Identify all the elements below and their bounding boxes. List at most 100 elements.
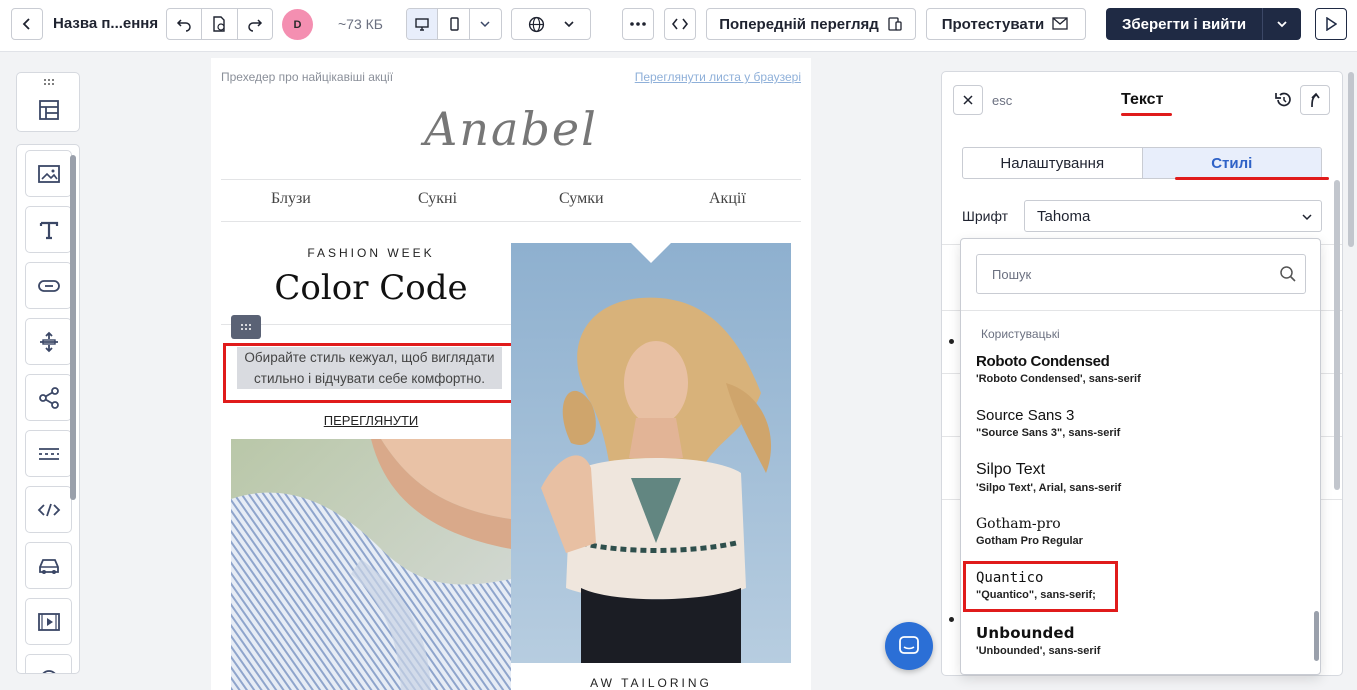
row-bullet bbox=[949, 339, 954, 344]
brand-logo[interactable]: Anabel bbox=[211, 102, 811, 156]
font-dropdown: Пошук Користувацькі Roboto Condensed 'Ro… bbox=[960, 238, 1321, 675]
font-option-name: Unbounded bbox=[976, 624, 1075, 642]
test-button[interactable]: Протестувати bbox=[926, 8, 1086, 40]
preview-button[interactable]: Попередній перегляд bbox=[706, 8, 916, 40]
eyebrow-text[interactable]: FASHION WEEK bbox=[221, 246, 521, 260]
chat-icon bbox=[899, 636, 919, 654]
divider-block-tool[interactable] bbox=[25, 430, 72, 477]
panel-tabs: Налаштування Стилі bbox=[962, 147, 1322, 179]
social-block-tool[interactable] bbox=[25, 374, 72, 421]
car-icon bbox=[38, 558, 59, 574]
video-icon bbox=[37, 612, 60, 631]
headline-text[interactable]: Color Code bbox=[221, 268, 521, 308]
save-and-exit-button[interactable]: Зберегти і вийти bbox=[1106, 8, 1264, 40]
top-toolbar: Назва п...ення D ~73 КБ Попередній перег… bbox=[0, 0, 1357, 52]
history-group bbox=[166, 8, 273, 40]
font-option-source-sans-3[interactable]: Source Sans 3 "Source Sans 3", sans-seri… bbox=[976, 407, 1120, 439]
page-scrollbar[interactable] bbox=[1348, 72, 1354, 247]
mobile-icon bbox=[449, 17, 459, 31]
dropdown-divider bbox=[961, 310, 1320, 311]
second-eyebrow-text[interactable]: AW TAILORING bbox=[511, 676, 791, 690]
undo-button[interactable] bbox=[167, 9, 203, 39]
mobile-view-button[interactable] bbox=[438, 9, 470, 39]
font-option-unbounded[interactable]: Unbounded 'Unbounded', sans-serif bbox=[976, 624, 1100, 657]
text-block-tool[interactable] bbox=[25, 206, 72, 253]
undo-icon bbox=[177, 19, 191, 32]
palette-scrollbar[interactable] bbox=[70, 155, 76, 500]
user-avatar[interactable]: D bbox=[282, 9, 313, 40]
chevron-down-icon bbox=[1302, 214, 1312, 221]
font-option-css: Gotham Pro Regular bbox=[976, 535, 1083, 547]
font-option-name: Source Sans 3 bbox=[976, 407, 1075, 424]
spacer-icon bbox=[39, 331, 58, 352]
nav-item-bags[interactable]: Сумки bbox=[559, 190, 604, 208]
text-icon bbox=[39, 221, 58, 239]
save-group: Зберегти і вийти bbox=[1106, 8, 1302, 40]
panel-title: Текст bbox=[1121, 91, 1164, 108]
run-button[interactable] bbox=[1315, 8, 1347, 40]
save-options-button[interactable] bbox=[1263, 8, 1302, 40]
font-option-css: 'Silpo Text', Arial, sans-serif bbox=[976, 482, 1122, 494]
more-options-button[interactable] bbox=[622, 8, 654, 40]
module-block-tool[interactable] bbox=[25, 542, 72, 589]
font-option-css: "Source Sans 3", sans-serif bbox=[976, 427, 1121, 439]
layout-structure-icon[interactable] bbox=[37, 98, 61, 122]
chevron-down-icon bbox=[563, 21, 574, 28]
divider-icon bbox=[38, 447, 59, 460]
nav-item-dresses[interactable]: Сукні bbox=[418, 190, 457, 208]
close-icon bbox=[963, 95, 973, 105]
support-chat-button[interactable] bbox=[885, 622, 933, 670]
email-title[interactable]: Назва п...ення bbox=[53, 15, 158, 32]
back-button[interactable] bbox=[11, 8, 43, 40]
nav-item-sales[interactable]: Акції bbox=[709, 190, 746, 208]
play-icon bbox=[1326, 17, 1337, 31]
view-in-browser-link[interactable]: Переглянути листа у браузері bbox=[635, 70, 801, 84]
search-icon bbox=[1280, 266, 1296, 282]
photo-illustration bbox=[511, 243, 791, 663]
language-button[interactable] bbox=[511, 8, 591, 40]
timer-block-tool[interactable] bbox=[25, 654, 72, 673]
tab-styles[interactable]: Стилі bbox=[1141, 148, 1321, 178]
font-option-css: 'Roboto Condensed', sans-serif bbox=[976, 373, 1141, 385]
html-block-tool[interactable] bbox=[25, 486, 72, 533]
fashion-photo-striped-shirt[interactable] bbox=[231, 439, 511, 690]
font-family-select[interactable]: Tahoma bbox=[1024, 200, 1322, 232]
title-red-underline bbox=[1121, 113, 1172, 116]
desktop-view-button[interactable] bbox=[407, 9, 439, 39]
image-block-tool[interactable] bbox=[25, 150, 72, 197]
code-view-button[interactable] bbox=[664, 8, 696, 40]
font-group-label: Користувацькі bbox=[981, 327, 1060, 341]
device-dropdown-button[interactable] bbox=[470, 9, 501, 39]
drag-handle-icon bbox=[44, 79, 54, 85]
spacer-block-tool[interactable] bbox=[25, 318, 72, 365]
preview-label: Попередній перегляд bbox=[719, 15, 879, 33]
select-parent-button[interactable] bbox=[1300, 85, 1330, 115]
fashion-photo-boho-blouse[interactable] bbox=[511, 243, 791, 663]
desktop-icon bbox=[415, 18, 429, 31]
quantico-red-highlight bbox=[963, 561, 1118, 612]
font-option-name: Gotham-pro bbox=[976, 516, 1061, 532]
font-option-gotham-pro[interactable]: Gotham-pro Gotham Pro Regular bbox=[976, 516, 1083, 547]
tab-settings[interactable]: Налаштування bbox=[963, 148, 1142, 178]
font-option-silpo-text[interactable]: Silpo Text 'Silpo Text', Arial, sans-ser… bbox=[976, 461, 1121, 494]
restore-defaults-button[interactable] bbox=[1269, 85, 1299, 115]
dropdown-scrollbar[interactable] bbox=[1314, 611, 1319, 661]
block-drag-handle[interactable] bbox=[231, 315, 261, 339]
version-history-button[interactable] bbox=[202, 9, 238, 39]
cta-link[interactable]: ПЕРЕГЛЯНУТИ bbox=[221, 413, 521, 428]
redo-button[interactable] bbox=[238, 9, 272, 39]
styles-tab-red-underline bbox=[1175, 177, 1329, 180]
photo-illustration bbox=[231, 439, 511, 690]
font-option-roboto-condensed[interactable]: Roboto Condensed 'Roboto Condensed', san… bbox=[976, 353, 1141, 385]
globe-icon bbox=[528, 16, 544, 32]
panel-scrollbar[interactable] bbox=[1334, 180, 1340, 490]
preheader-text[interactable]: Прехедер про найцікавіші акції bbox=[221, 70, 393, 84]
close-panel-button[interactable] bbox=[953, 85, 983, 115]
font-search-input[interactable]: Пошук bbox=[976, 254, 1306, 294]
video-block-tool[interactable] bbox=[25, 598, 72, 645]
section-divider bbox=[221, 324, 511, 325]
font-option-name: Silpo Text bbox=[976, 461, 1046, 478]
nav-item-blouses[interactable]: Блузи bbox=[271, 190, 311, 208]
email-size: ~73 КБ bbox=[338, 16, 383, 32]
button-block-tool[interactable] bbox=[25, 262, 72, 309]
